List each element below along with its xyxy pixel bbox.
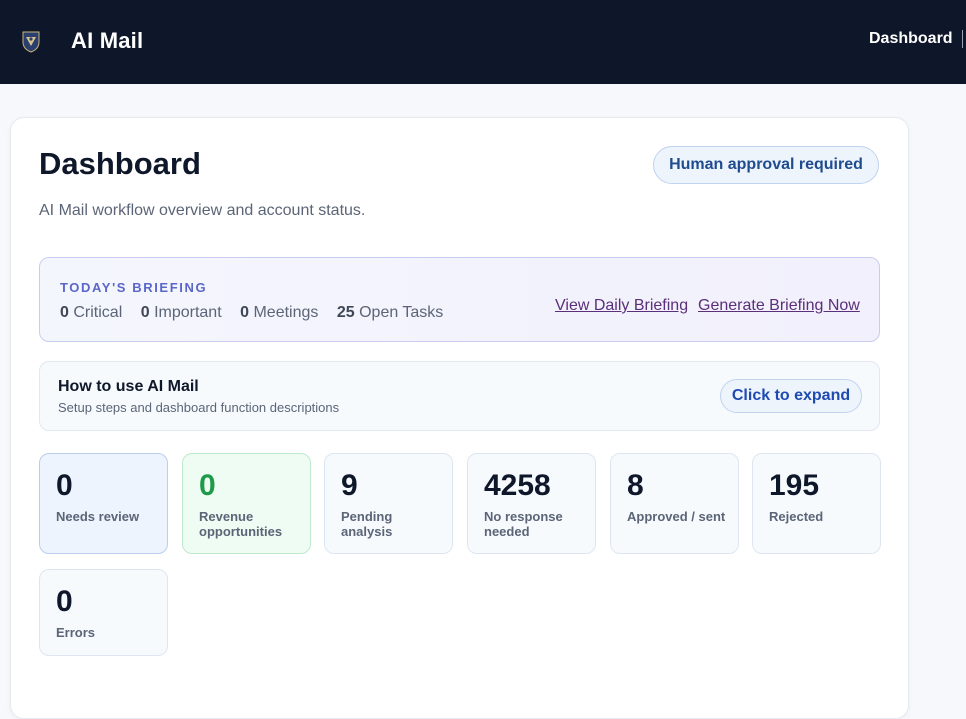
nav-link-dashboard[interactable]: Dashboard [869,30,953,48]
stat-label: Revenue opportunities [199,509,283,539]
stat-card-needs-review[interactable]: 0 Needs review [39,453,168,554]
briefing-stat-critical: 0 Critical [60,304,123,321]
todays-briefing-panel: TODAY'S BRIEFING 0 Critical 0 Important … [39,257,880,342]
stat-value: 0 [56,469,73,502]
expand-button[interactable]: Click to expand [720,379,862,413]
briefing-stat-open-tasks: 25 Open Tasks [336,304,444,321]
stat-card-pending-analysis[interactable]: 9 Pending analysis [324,453,453,554]
stat-label: Pending analysis [341,509,393,539]
nav-divider [962,30,963,48]
app-title: AI Mail [71,28,144,53]
howto-subtitle: Setup steps and dashboard function descr… [58,400,340,415]
stat-card-revenue-opportunities[interactable]: 0 Revenue opportunities [182,453,311,554]
view-daily-briefing-link[interactable]: View Daily Briefing [555,297,688,315]
stat-label: Rejected [769,509,824,524]
page-title: Dashboard [39,146,201,181]
top-navbar: AI Mail Dashboard [0,0,966,84]
stat-value: 195 [769,469,820,502]
page-subtitle: AI Mail workflow overview and account st… [39,202,366,219]
stat-card-approved-sent[interactable]: 8 Approved / sent [610,453,739,554]
stat-value: 0 [56,585,73,618]
stat-label: Errors [56,625,96,640]
stat-value: 8 [627,469,644,502]
briefing-stat-important: 0 Important [140,304,222,321]
briefing-heading: TODAY'S BRIEFING [60,280,208,295]
howto-title: How to use AI Mail [58,378,199,395]
briefing-stats: 0 Critical 0 Important 0 Meetings 25 Ope… [60,304,457,322]
approval-badge: Human approval required [653,146,879,184]
stat-value: 0 [199,469,216,502]
stat-card-errors[interactable]: 0 Errors [39,569,168,656]
how-to-use-panel[interactable]: How to use AI Mail Setup steps and dashb… [39,361,880,431]
stat-value: 9 [341,469,358,502]
stat-label: Needs review [56,509,140,524]
stat-label: No response needed [484,509,563,539]
dashboard-card: Dashboard Human approval required AI Mai… [10,117,909,719]
briefing-stat-meetings: 0 Meetings [240,304,319,321]
stat-value: 4258 [484,469,551,502]
stat-card-rejected[interactable]: 195 Rejected [752,453,881,554]
stat-card-no-response-needed[interactable]: 4258 No response needed [467,453,596,554]
generate-briefing-link[interactable]: Generate Briefing Now [698,297,860,315]
stat-label: Approved / sent [627,509,726,524]
crest-logo-icon[interactable] [19,29,43,53]
